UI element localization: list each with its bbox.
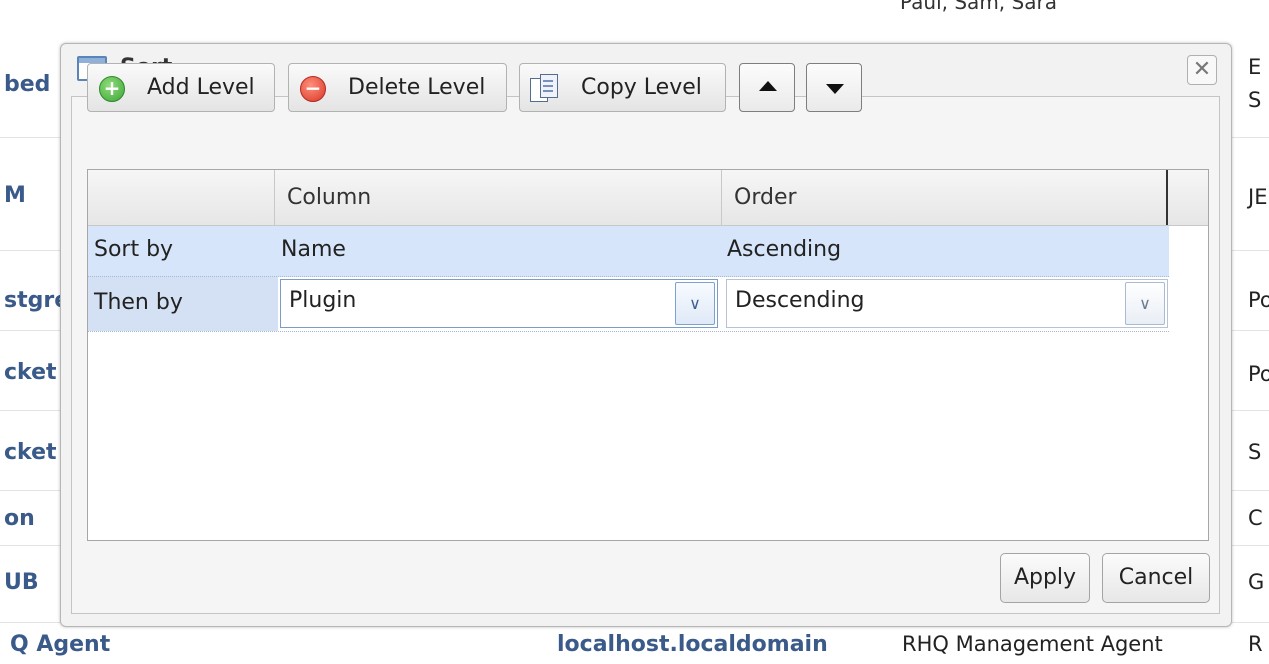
delete-level-button[interactable]: − Delete Level (288, 63, 507, 112)
order-value: Ascending (727, 237, 842, 262)
move-up-button[interactable] (739, 63, 795, 112)
move-down-button[interactable] (806, 63, 862, 112)
add-icon: + (99, 76, 125, 102)
arrow-up-icon (759, 81, 777, 91)
agent-link[interactable]: Q Agent (10, 632, 110, 657)
add-level-label: Add Level (147, 75, 255, 100)
background-cell: JE (1248, 185, 1268, 209)
background-link[interactable]: cket (4, 440, 57, 465)
background-link[interactable]: M (4, 183, 26, 208)
background-cell: R (1248, 632, 1263, 656)
background-link[interactable]: cket (4, 360, 57, 385)
row-label: Sort by (94, 237, 174, 262)
copy-icon (530, 74, 560, 102)
column-select-value: Plugin (289, 288, 357, 313)
header-order[interactable]: Order (722, 170, 1168, 225)
grid-row[interactable]: Sort by Name Ascending (88, 226, 1169, 277)
header-column[interactable]: Column (275, 170, 722, 225)
add-level-button[interactable]: + Add Level (87, 63, 275, 112)
cancel-button[interactable]: Cancel (1102, 553, 1210, 603)
delete-level-label: Delete Level (348, 75, 486, 100)
header-row-label (88, 170, 275, 225)
background-cell: C (1248, 506, 1263, 530)
copy-level-button[interactable]: Copy Level (519, 63, 726, 112)
agent-description: RHQ Management Agent (902, 632, 1163, 656)
delete-icon: − (300, 76, 326, 102)
background-cell: E (1248, 55, 1262, 79)
background-cell: Po (1248, 362, 1269, 386)
grid-row[interactable]: Then by Plugin ∨ Descending ∨ (88, 277, 1169, 332)
chevron-down-icon[interactable]: ∨ (675, 282, 715, 325)
background-cell: Po (1248, 288, 1269, 312)
chevron-down-icon[interactable]: ∨ (1125, 282, 1165, 325)
background-link[interactable]: on (4, 506, 35, 531)
sort-levels-grid: Column Order Sort by Name Ascending Then… (87, 169, 1209, 541)
arrow-down-icon (826, 84, 844, 94)
background-link[interactable]: bed (4, 72, 50, 97)
column-value: Name (281, 237, 346, 262)
background-cell: G (1248, 570, 1265, 594)
apply-button[interactable]: Apply (1000, 553, 1090, 603)
close-button[interactable]: ✕ (1187, 55, 1217, 85)
background-cell: S (1248, 88, 1262, 112)
close-icon: ✕ (1192, 57, 1212, 82)
order-select[interactable]: Descending ∨ (726, 279, 1168, 328)
row-label: Then by (94, 290, 183, 315)
copy-level-label: Copy Level (581, 75, 702, 100)
order-select-value: Descending (735, 288, 865, 313)
background-partial-text: Paul, Sam, Sara (900, 0, 1057, 14)
background-link[interactable]: UB (4, 570, 39, 595)
background-cell: S (1248, 440, 1262, 464)
grid-header: Column Order (88, 170, 1208, 226)
host-link[interactable]: localhost.localdomain (557, 632, 828, 657)
column-select[interactable]: Plugin ∨ (280, 279, 718, 328)
